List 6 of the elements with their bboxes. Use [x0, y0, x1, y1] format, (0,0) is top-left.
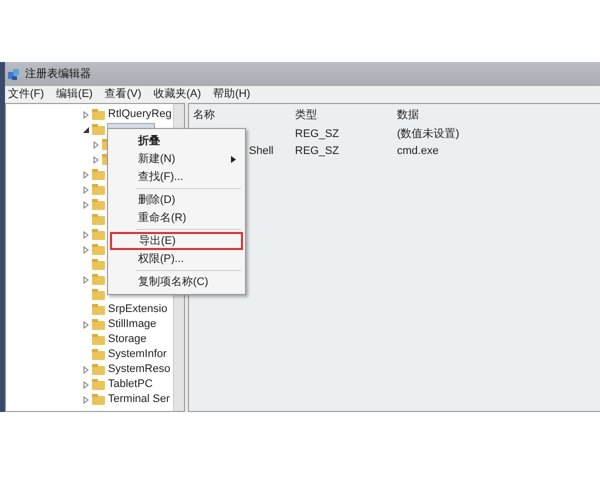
table-cell-text: (数值未设置) [397, 127, 460, 142]
table-cell-text: cmd.exe [397, 144, 440, 160]
table-cell-text: REG_SZ [295, 144, 340, 160]
table-cell-text: REG_SZ [295, 127, 340, 142]
window-title: 注册表编辑器 [25, 66, 91, 82]
table-cell-text: Shell [249, 144, 274, 160]
